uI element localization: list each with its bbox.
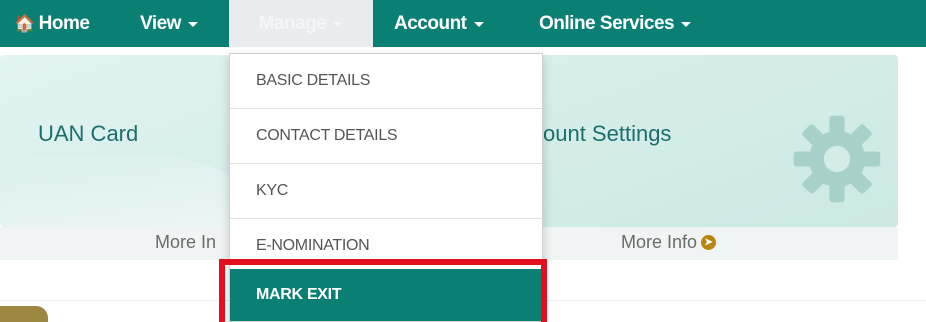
menu-item-contact-details[interactable]: CONTACT DETAILS	[230, 109, 542, 164]
more-info-left-label: More In	[155, 232, 217, 252]
nav-manage-label: Manage	[258, 12, 327, 34]
uan-card-title[interactable]: UAN Card	[38, 121, 138, 147]
nav-online-label: Online Services	[539, 12, 675, 34]
caret-down-icon	[187, 22, 198, 27]
more-info-right-label: More Info	[621, 232, 698, 252]
home-icon: 🏠	[14, 13, 35, 33]
arrow-circle-right-icon: ➤	[701, 235, 717, 250]
nav-account-label: Account	[394, 12, 467, 34]
more-info-link-left[interactable]: More In	[155, 232, 229, 253]
more-info-link-right[interactable]: More Info ➤	[621, 232, 717, 253]
section-icon	[0, 306, 48, 322]
menu-item-kyc[interactable]: KYC	[230, 164, 542, 219]
menu-item-basic-details[interactable]: BASIC DETAILS	[230, 54, 542, 109]
nav-view-label: View	[140, 12, 181, 34]
gear-icon	[793, 115, 881, 203]
menu-item-e-nomination[interactable]: E-NOMINATION	[230, 219, 542, 274]
nav-home-label: Home	[38, 12, 90, 34]
menu-item-mark-exit[interactable]: MARK EXIT	[230, 269, 542, 321]
nav-home[interactable]: 🏠 Home	[14, 0, 90, 47]
account-settings-title[interactable]: ount Settings	[543, 121, 671, 147]
card-decoration	[0, 155, 260, 227]
caret-down-icon	[473, 22, 484, 27]
caret-down-icon	[681, 22, 692, 27]
top-navbar: 🏠 Home View Manage Account Online Servic…	[0, 0, 926, 47]
nav-manage[interactable]: Manage	[229, 0, 373, 47]
nav-view[interactable]: View	[140, 0, 198, 47]
nav-account[interactable]: Account	[394, 0, 484, 47]
caret-down-icon	[333, 22, 344, 27]
manage-dropdown-menu: BASIC DETAILS CONTACT DETAILS KYC E-NOMI…	[229, 53, 543, 322]
nav-online-services[interactable]: Online Services	[539, 0, 692, 47]
